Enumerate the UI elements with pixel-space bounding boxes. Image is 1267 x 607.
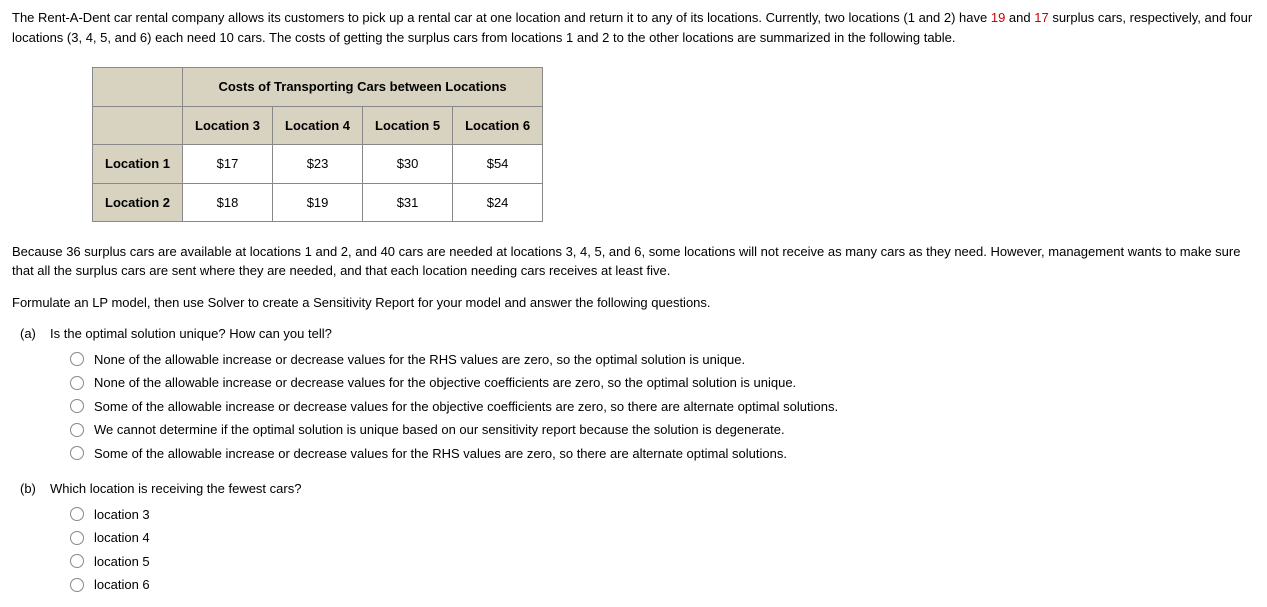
question-part-b: (b) Which location is receiving the fewe… [12,479,1255,599]
row-label: Location 2 [93,183,183,222]
option-a-5[interactable]: Some of the allowable increase or decrea… [70,444,1255,464]
table-corner-2 [93,106,183,145]
question-b: Which location is receiving the fewest c… [50,479,1255,499]
option-label: location 4 [94,528,150,548]
table-title: Costs of Transporting Cars between Locat… [183,68,543,107]
col-header: Location 4 [273,106,363,145]
option-a-4[interactable]: We cannot determine if the optimal solut… [70,420,1255,440]
part-label-b: (b) [12,479,50,599]
cost-cell: $18 [183,183,273,222]
table-corner [93,68,183,107]
col-header: Location 3 [183,106,273,145]
option-label: location 3 [94,505,150,525]
question-a: Is the optimal solution unique? How can … [50,324,1255,344]
instruction-paragraph: Formulate an LP model, then use Solver t… [12,293,1255,313]
cost-cell: $23 [273,145,363,184]
intro-text-1: The Rent-A-Dent car rental company allow… [12,10,991,25]
option-label: None of the allowable increase or decrea… [94,373,796,393]
cost-cell: $24 [453,183,543,222]
option-label: Some of the allowable increase or decrea… [94,397,838,417]
part-label-a: (a) [12,324,50,467]
cost-cell: $54 [453,145,543,184]
option-b-2[interactable]: location 4 [70,528,1255,548]
cost-cell: $19 [273,183,363,222]
option-a-3[interactable]: Some of the allowable increase or decrea… [70,397,1255,417]
table-row: Location 1 $17 $23 $30 $54 [93,145,543,184]
option-b-1[interactable]: location 3 [70,505,1255,525]
row-label: Location 1 [93,145,183,184]
radio-icon[interactable] [70,554,84,568]
surplus-value-1: 19 [991,10,1005,25]
option-label: We cannot determine if the optimal solut… [94,420,785,440]
radio-icon[interactable] [70,446,84,460]
radio-icon[interactable] [70,399,84,413]
radio-icon[interactable] [70,507,84,521]
cost-cell: $17 [183,145,273,184]
radio-icon[interactable] [70,376,84,390]
intro-text-2: and [1005,10,1034,25]
option-a-2[interactable]: None of the allowable increase or decrea… [70,373,1255,393]
col-header: Location 5 [363,106,453,145]
constraint-paragraph: Because 36 surplus cars are available at… [12,242,1255,281]
question-part-a: (a) Is the optimal solution unique? How … [12,324,1255,467]
surplus-value-2: 17 [1034,10,1048,25]
table-row: Location 2 $18 $19 $31 $24 [93,183,543,222]
col-header: Location 6 [453,106,543,145]
option-label: location 5 [94,552,150,572]
option-label: location 6 [94,575,150,595]
cost-cell: $31 [363,183,453,222]
option-a-1[interactable]: None of the allowable increase or decrea… [70,350,1255,370]
cost-table: Costs of Transporting Cars between Locat… [92,67,543,222]
radio-icon[interactable] [70,531,84,545]
intro-paragraph: The Rent-A-Dent car rental company allow… [12,8,1255,47]
option-label: Some of the allowable increase or decrea… [94,444,787,464]
option-b-4[interactable]: location 6 [70,575,1255,595]
cost-cell: $30 [363,145,453,184]
radio-icon[interactable] [70,423,84,437]
radio-icon[interactable] [70,352,84,366]
option-b-3[interactable]: location 5 [70,552,1255,572]
radio-icon[interactable] [70,578,84,592]
option-label: None of the allowable increase or decrea… [94,350,745,370]
